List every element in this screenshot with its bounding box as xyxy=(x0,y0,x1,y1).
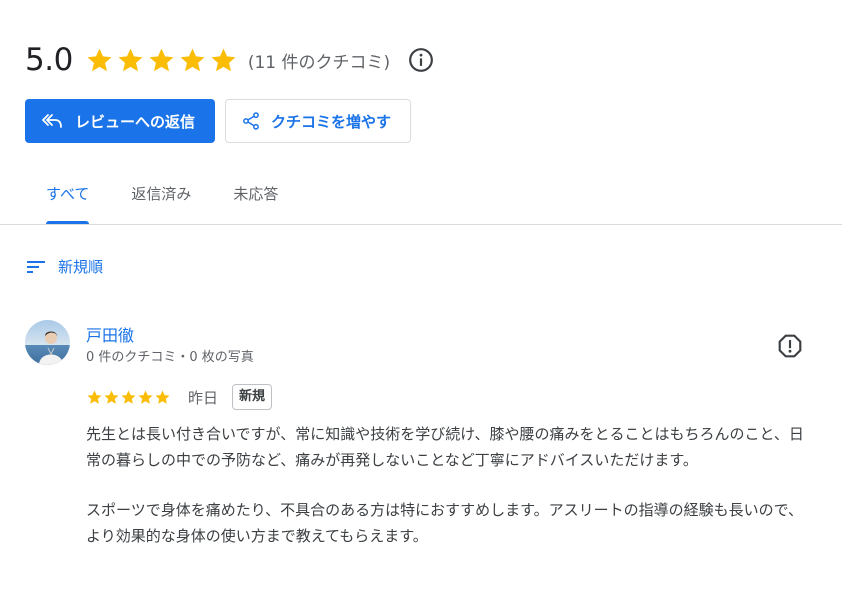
review-rating-line: 昨日 新規 xyxy=(86,383,273,411)
rating-stars xyxy=(85,46,240,75)
star-icon xyxy=(121,390,136,404)
tab-divider xyxy=(0,224,842,225)
review-paragraph: 先生とは長い付き合いですが、常に知識や技術を学び続け、膝や腰の痛みをとることはも… xyxy=(86,425,804,469)
tab-all[interactable]: すべて xyxy=(25,170,110,224)
reviews-panel: 5.0 (11 件のクチコミ) レビューへの返信 クチコミを増やす すべて 返信… xyxy=(0,0,842,590)
action-buttons: レビューへの返信 クチコミを増やす xyxy=(25,99,412,143)
star-icon xyxy=(104,390,119,404)
review-stars xyxy=(86,389,171,406)
review-count: (11 件のクチコミ) xyxy=(247,52,391,73)
star-icon xyxy=(138,390,153,404)
get-more-reviews-button[interactable]: クチコミを増やす xyxy=(225,99,412,143)
tab-replied[interactable]: 返信済み xyxy=(110,170,212,224)
report-icon[interactable] xyxy=(777,333,803,359)
sort-label: 新規順 xyxy=(58,258,104,276)
star-icon xyxy=(87,390,102,404)
review-text: 先生とは長い付き合いですが、常に知識や技術を学び続け、膝や腰の痛みをとることはも… xyxy=(86,421,818,549)
rating-score: 5.0 xyxy=(25,42,73,78)
new-badge: 新規 xyxy=(232,384,273,410)
share-icon xyxy=(241,111,261,131)
sort-lines-icon xyxy=(26,260,46,274)
tab-unanswered[interactable]: 未応答 xyxy=(212,170,299,224)
review-filter-tabs: すべて 返信済み 未応答 xyxy=(25,170,299,224)
star-icon xyxy=(211,48,236,71)
star-icon xyxy=(155,390,170,404)
review-paragraph: スポーツで身体を痛めたり、不具合のある方は特におすすめします。アスリートの指導の… xyxy=(86,501,804,545)
star-icon xyxy=(180,48,205,71)
reply-to-reviews-button[interactable]: レビューへの返信 xyxy=(25,99,216,143)
sort-dropdown[interactable]: 新規順 xyxy=(26,256,103,277)
avatar[interactable] xyxy=(25,320,70,365)
star-icon xyxy=(118,48,143,71)
info-icon[interactable] xyxy=(408,47,434,73)
reviewer-name[interactable]: 戸田徹 xyxy=(86,322,134,346)
reviewer-meta: 0 件のクチコミ・0 枚の写真 xyxy=(86,350,254,365)
get-more-reviews-label: クチコミを増やす xyxy=(271,112,392,131)
star-icon xyxy=(149,48,174,71)
review-date: 昨日 xyxy=(188,388,219,407)
rating-summary: 5.0 (11 件のクチコミ) xyxy=(25,38,434,82)
reply-button-label: レビューへの返信 xyxy=(75,112,196,131)
reply-all-icon xyxy=(41,113,63,129)
star-icon xyxy=(87,48,112,71)
